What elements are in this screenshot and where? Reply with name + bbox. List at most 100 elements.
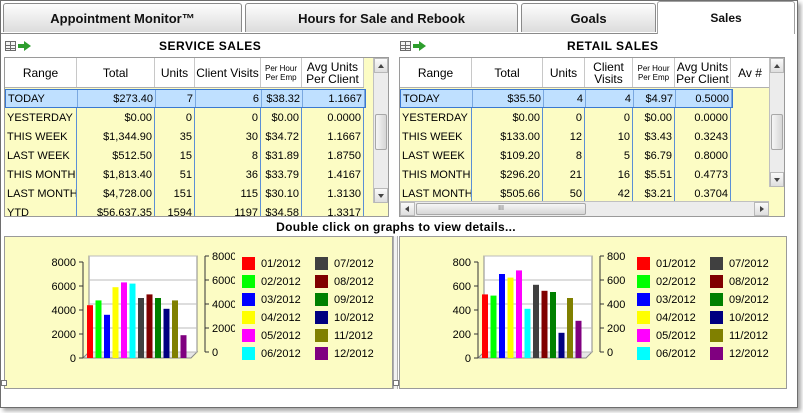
legend-label: 05/2012 xyxy=(656,329,696,342)
y-tick-label: 800 xyxy=(453,257,471,269)
y-tick-label-right: 2000 xyxy=(212,323,235,335)
table-cell: YESTERDAY xyxy=(5,108,77,127)
scroll-thumb[interactable] xyxy=(375,114,387,150)
tab-goals[interactable]: Goals xyxy=(521,3,656,32)
y-tick-label-right: 4000 xyxy=(212,299,235,311)
table-cell: $512.50 xyxy=(77,146,155,165)
table-cell: 15 xyxy=(155,146,195,165)
horizontal-scrollbar[interactable]: III xyxy=(400,201,769,216)
table-row[interactable]: LAST MONTH $4,728.00 151 115 $30.10 1.3130 xyxy=(5,184,364,203)
legend-swatch xyxy=(710,275,723,288)
column-header[interactable]: Total xyxy=(77,58,155,87)
table-cell: 115 xyxy=(195,184,261,203)
scroll-down-arrow-icon[interactable] xyxy=(770,172,784,187)
legend-item: 11/2012 xyxy=(710,329,768,342)
scroll-right-arrow-icon[interactable] xyxy=(754,202,769,216)
legend-label: 08/2012 xyxy=(729,275,769,288)
tab-appointment-monitor[interactable]: Appointment Monitor™ xyxy=(3,3,242,32)
legend-item: 07/2012 xyxy=(710,257,769,270)
column-header[interactable]: Range xyxy=(5,58,77,87)
export-arrow-icon[interactable] xyxy=(18,41,32,51)
column-header[interactable]: Units xyxy=(155,58,195,87)
table-cell: 6 xyxy=(196,90,262,107)
table-cell: $3.43 xyxy=(633,127,675,146)
retail-sales-graph[interactable]: 800 800 600 600 400 400 200 200 0 0 01/2012 02/2012… xyxy=(399,236,787,389)
export-arrow-icon[interactable] xyxy=(413,41,427,51)
tab-sales[interactable]: Sales xyxy=(657,1,795,34)
bar-05-2012 xyxy=(121,282,127,358)
table-row[interactable]: THIS WEEK $133.00 12 10 $3.43 0.3243 xyxy=(400,127,731,146)
tab-hours-for-sale[interactable]: Hours for Sale and Rebook xyxy=(245,3,518,32)
table-row[interactable]: TODAY $273.40 7 6 $38.32 1.1667 xyxy=(5,89,366,108)
legend-item: 05/2012 xyxy=(242,329,301,342)
scroll-left-arrow-icon[interactable] xyxy=(400,202,415,216)
legend-label: 07/2012 xyxy=(334,257,374,270)
column-header[interactable]: Avg Units Per Client xyxy=(302,58,364,87)
y-tick-label-right: 0 xyxy=(607,347,613,359)
table-row[interactable]: LAST WEEK $512.50 15 8 $31.89 1.8750 xyxy=(5,146,364,165)
legend-item: 03/2012 xyxy=(637,293,696,306)
bar-chart[interactable]: 8000 8000 6000 6000 4000 4000 2000 2000 0 0 xyxy=(5,237,235,387)
column-header[interactable]: Per Hour Per Emp xyxy=(261,58,302,87)
table-cell: $1,813.40 xyxy=(77,165,155,184)
grid-icon[interactable] xyxy=(5,41,16,51)
table-cell: 5 xyxy=(585,146,633,165)
table-row[interactable]: YTD $56,637.35 1594 1197 $34.58 1.3317 xyxy=(5,203,364,216)
table-cell: YESTERDAY xyxy=(400,108,472,127)
column-header[interactable]: Avg Units Per Client xyxy=(675,58,731,87)
legend-item: 08/2012 xyxy=(315,275,374,288)
resize-grip[interactable] xyxy=(1,380,7,386)
column-header[interactable]: Client Visits xyxy=(195,58,261,87)
legend-item: 09/2012 xyxy=(315,293,374,306)
graph-splitter[interactable] xyxy=(393,236,398,389)
table-row[interactable]: THIS MONTH $1,813.40 51 36 $33.79 1.4167 xyxy=(5,165,364,184)
table-cell: $0.00 xyxy=(261,108,302,127)
scroll-down-arrow-icon[interactable] xyxy=(374,188,388,203)
table-header: Range Total Units Client Visits Per Hour Per… xyxy=(5,58,364,88)
table-cell: $31.89 xyxy=(261,146,302,165)
service-sales-graph[interactable]: 8000 8000 6000 6000 4000 4000 2000 2000 0 0 01/201… xyxy=(4,236,393,389)
y-tick-label: 0 xyxy=(70,353,76,365)
resize-grip[interactable] xyxy=(393,380,399,386)
table-cell: 10 xyxy=(585,127,633,146)
column-header[interactable]: Client Visits xyxy=(585,58,633,87)
legend-label: 11/2012 xyxy=(334,329,373,342)
legend-item: 05/2012 xyxy=(637,329,696,342)
bar-02-2012 xyxy=(95,300,102,358)
table-cell: $34.58 xyxy=(261,203,302,216)
column-header[interactable]: Av # xyxy=(731,58,770,87)
table-row[interactable]: THIS MONTH $296.20 21 16 $5.51 0.4773 xyxy=(400,165,731,184)
table-row[interactable]: YESTERDAY $0.00 0 0 $0.00 0.0000 xyxy=(400,108,731,127)
column-header[interactable]: Total xyxy=(472,58,543,87)
table-row[interactable]: TODAY $35.50 4 4 $4.97 0.5000 xyxy=(400,89,733,108)
table-cell: 1.4167 xyxy=(302,165,364,184)
table-row[interactable]: LAST WEEK $109.20 8 5 $6.79 0.8000 xyxy=(400,146,731,165)
bar-03-2012 xyxy=(499,274,505,358)
legend-label: 01/2012 xyxy=(656,257,696,270)
bar-04-2012 xyxy=(112,287,119,358)
grid-icon[interactable] xyxy=(400,41,411,51)
service-toolbar xyxy=(5,37,32,55)
table-cell: $133.00 xyxy=(472,127,543,146)
table-row[interactable]: THIS WEEK $1,344.90 35 30 $34.72 1.1667 xyxy=(5,127,364,146)
column-header[interactable]: Range xyxy=(400,58,472,87)
vertical-scrollbar[interactable] xyxy=(373,58,388,203)
scroll-up-arrow-icon[interactable] xyxy=(374,58,388,73)
table-cell: 4 xyxy=(544,90,586,107)
service-sales-table[interactable]: Range Total Units Client Visits Per Hour Per… xyxy=(4,57,389,217)
bar-chart[interactable]: 800 800 600 600 400 400 200 200 0 0 xyxy=(400,237,630,387)
legend-label: 06/2012 xyxy=(656,347,696,360)
scroll-thumb[interactable]: III xyxy=(416,203,586,215)
table-cell: $0.00 xyxy=(472,108,543,127)
table-cell: 7 xyxy=(156,90,196,107)
vertical-scrollbar[interactable] xyxy=(769,58,784,187)
column-header[interactable]: Units xyxy=(543,58,585,87)
retail-sales-table[interactable]: Range Total Units Client Visits Per Hour Per… xyxy=(399,57,785,217)
column-header[interactable]: Per Hour Per Emp xyxy=(633,58,675,87)
table-row[interactable]: YESTERDAY $0.00 0 0 $0.00 0.0000 xyxy=(5,108,364,127)
y-tick-label: 400 xyxy=(453,305,471,317)
scroll-up-arrow-icon[interactable] xyxy=(770,58,784,73)
table-cell: $4,728.00 xyxy=(77,184,155,203)
legend-swatch xyxy=(710,329,723,342)
scroll-thumb[interactable] xyxy=(771,114,783,150)
